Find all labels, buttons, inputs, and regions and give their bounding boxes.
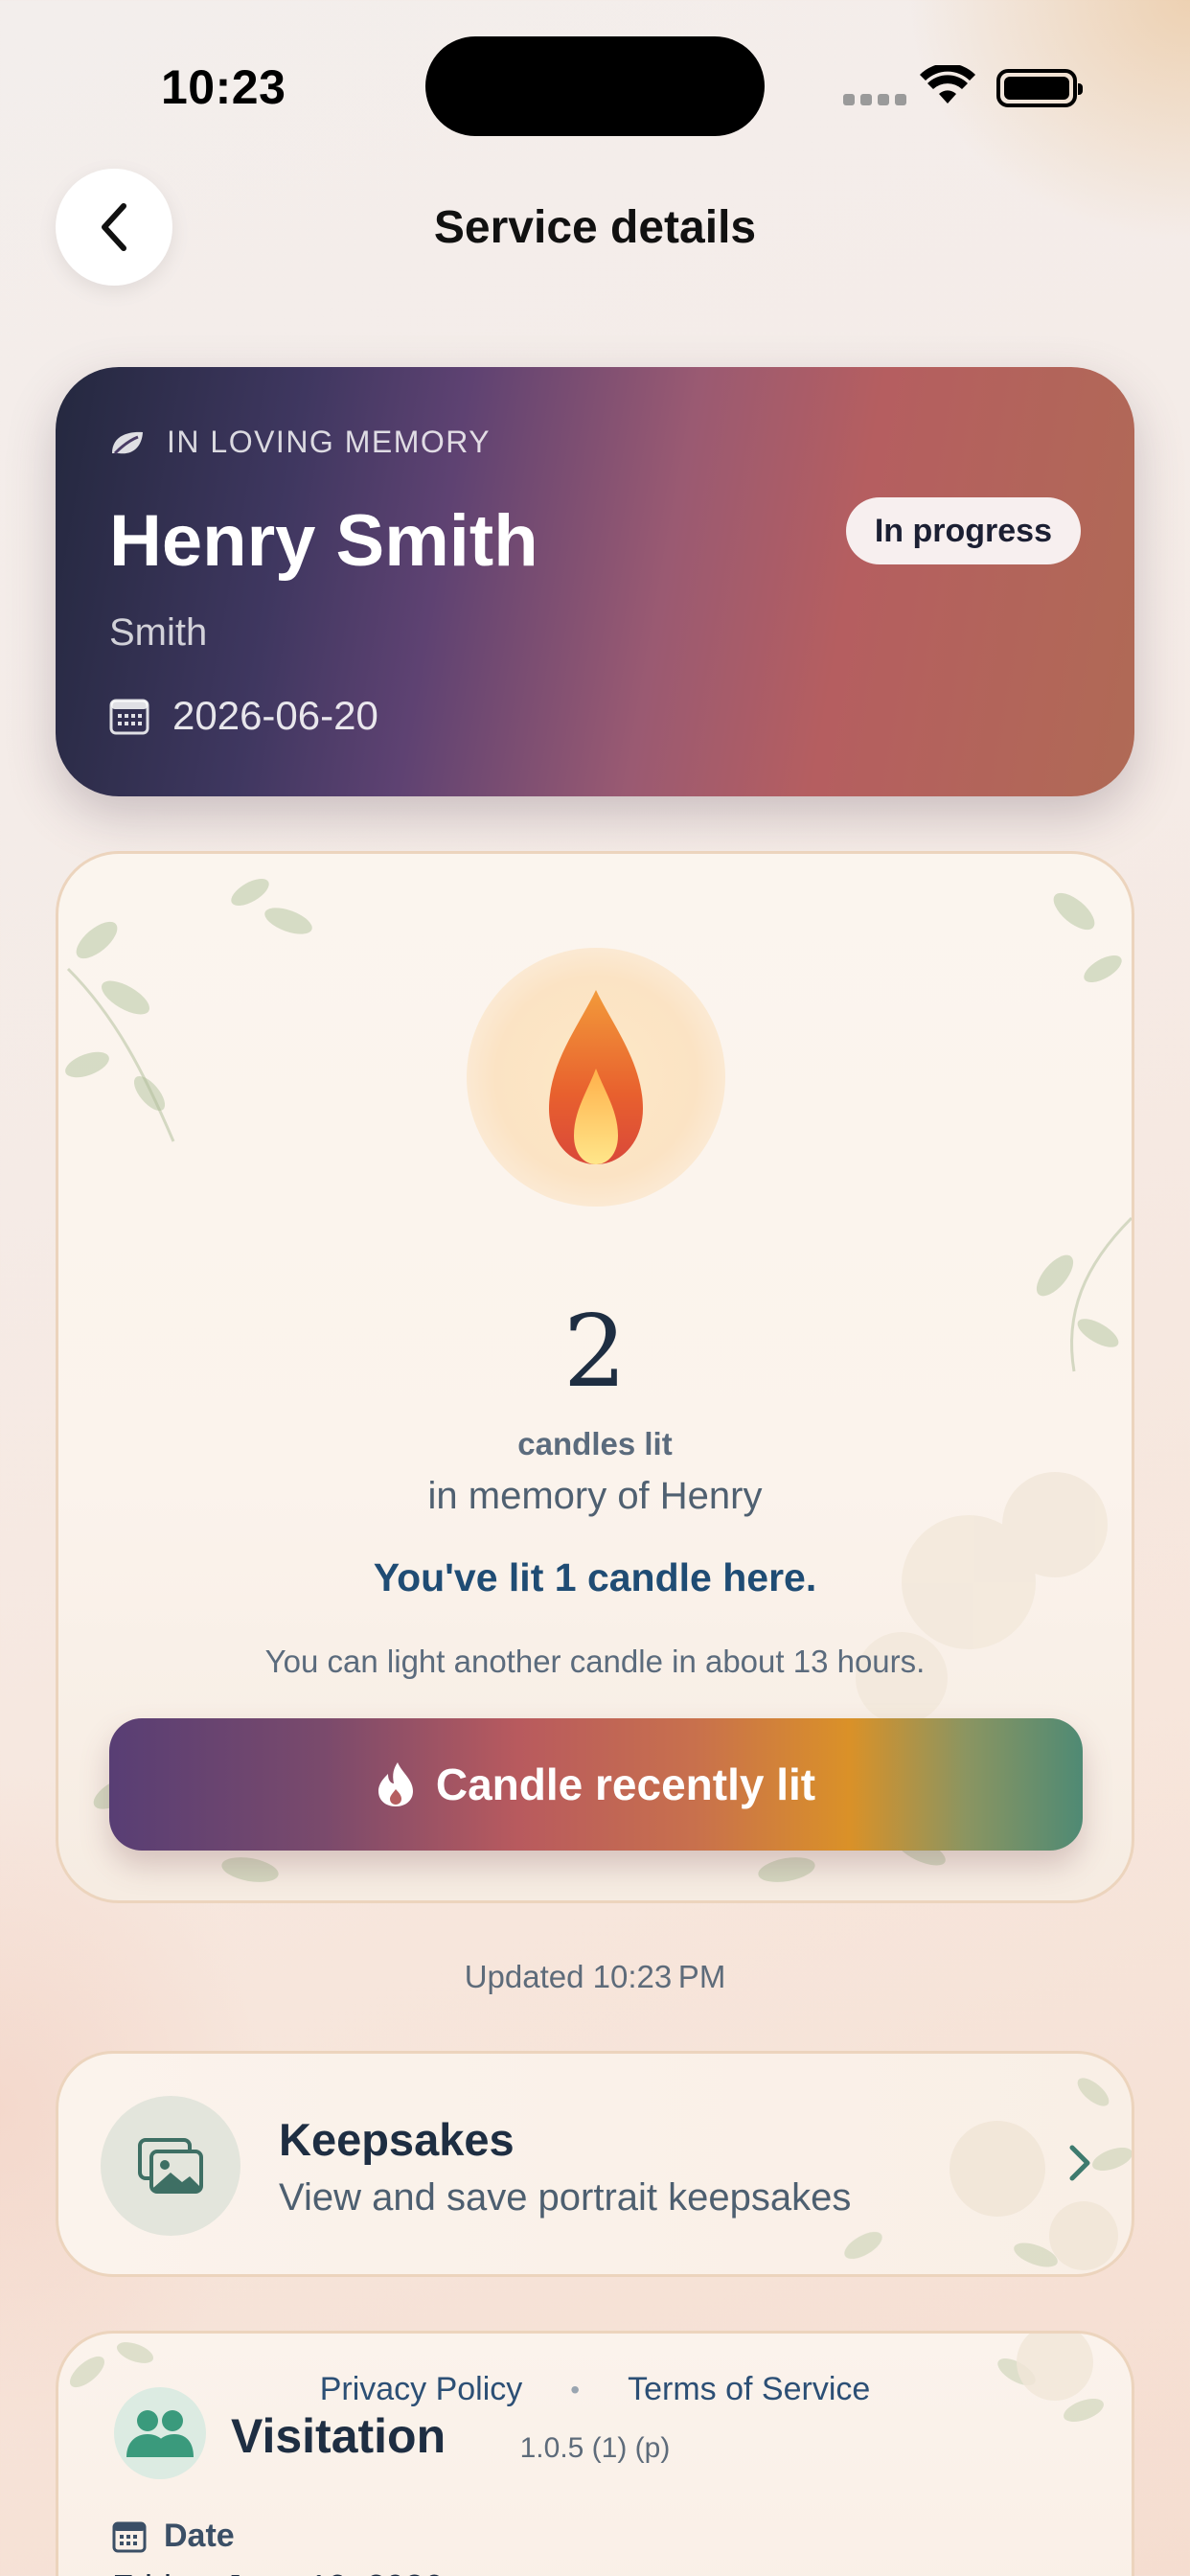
user-candle-note: You've lit 1 candle here. — [373, 1555, 817, 1599]
memorial-hero-card: IN LOVING MEMORY Henry Smith Smith 2026-… — [56, 367, 1134, 796]
flame-icon — [378, 1762, 413, 1806]
deceased-name: Henry Smith — [109, 500, 538, 582]
flame-glow — [467, 948, 725, 1207]
service-date: 2026-06-20 — [172, 693, 378, 738]
memory-eyebrow: IN LOVING MEMORY — [109, 425, 491, 460]
keepsakes-subtitle: View and save portrait keepsakes — [279, 2176, 852, 2219]
cellular-signal-icon — [843, 94, 906, 105]
memory-dedication: in memory of Henry — [427, 1475, 763, 1517]
calendar-icon — [109, 699, 149, 735]
keepsakes-icon-circle — [101, 2096, 240, 2236]
keepsakes-card[interactable]: Keepsakes View and save portrait keepsak… — [56, 2051, 1134, 2277]
candle-card: 2 candles lit in memory of Henry You've … — [56, 851, 1134, 1903]
privacy-policy-link[interactable]: Privacy Policy — [320, 2371, 523, 2408]
memory-label: IN LOVING MEMORY — [167, 425, 492, 459]
footer-links: Privacy Policy • Terms of Service — [0, 2371, 1190, 2408]
candle-wait-note: You can light another candle in about 13… — [264, 1644, 926, 1679]
candle-count: 2 — [562, 1293, 628, 1410]
candle-count-label: candles lit — [517, 1426, 673, 1461]
visitation-date-row: Date — [112, 2518, 235, 2555]
service-date-row: 2026-06-20 — [109, 693, 378, 739]
footer-separator: • — [570, 2374, 581, 2404]
page-title: Service details — [433, 202, 757, 253]
visitation-date-value: Friday, June 19, 2026 — [112, 2567, 444, 2576]
keepsakes-title: Keepsakes — [279, 2114, 515, 2165]
updated-timestamp: Updated 10:23 PM — [464, 1959, 726, 1994]
leaf-icon — [112, 431, 143, 454]
visitation-date-label: Date — [164, 2518, 235, 2554]
deceased-surname: Smith — [109, 611, 208, 654]
status-bar: 10:23 — [0, 0, 1190, 153]
battery-icon — [996, 69, 1083, 107]
flame-icon — [549, 990, 643, 1164]
light-candle-button[interactable]: Candle recently lit — [109, 1718, 1083, 1851]
status-badge: In progress — [845, 497, 1081, 564]
light-candle-button-label: Candle recently lit — [435, 1760, 816, 1809]
terms-of-service-link[interactable]: Terms of Service — [628, 2371, 870, 2408]
app-version: 1.0.5 (1) (p) — [519, 2432, 671, 2464]
chevron-right-icon — [1069, 2145, 1090, 2181]
status-time: 10:23 — [161, 60, 286, 114]
photo-gallery-icon — [138, 2138, 203, 2194]
calendar-icon — [112, 2521, 147, 2552]
wifi-icon — [920, 65, 975, 104]
dynamic-island — [425, 36, 765, 136]
